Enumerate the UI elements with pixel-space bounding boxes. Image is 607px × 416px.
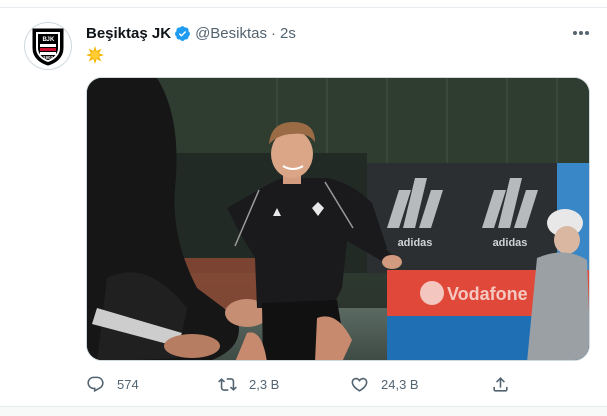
- tweet-card[interactable]: B J K 1903 Beşiktaş JK @Besiktas · 2s ad…: [0, 8, 607, 406]
- like-icon: [350, 375, 369, 394]
- tweet-actions: 574 2,3 B 24,3 B: [86, 372, 590, 396]
- retweet-count: 2,3 B: [249, 376, 280, 392]
- reply-icon: [86, 375, 105, 394]
- like-button[interactable]: 24,3 B: [350, 372, 419, 396]
- like-count: 24,3 B: [381, 376, 419, 392]
- tweet-photo[interactable]: adidas adidas Vodafone: [86, 77, 590, 361]
- retweet-button[interactable]: 2,3 B: [218, 372, 279, 396]
- reply-button[interactable]: 574: [86, 372, 139, 396]
- author-name[interactable]: Beşiktaş JK: [86, 25, 171, 42]
- share-button[interactable]: [491, 372, 510, 396]
- tweet-header: Beşiktaş JK @Besiktas · 2s: [86, 22, 296, 44]
- reply-count: 574: [117, 376, 139, 392]
- timestamp[interactable]: 2s: [280, 25, 296, 42]
- header-separator: ·: [270, 24, 276, 42]
- besiktas-logo-icon: B J K 1903: [32, 28, 64, 66]
- verified-badge-icon: [174, 25, 191, 42]
- more-icon[interactable]: [570, 22, 592, 44]
- board-text-3: Vodafone: [447, 284, 528, 304]
- avatar[interactable]: B J K 1903: [24, 22, 72, 70]
- board-text-2: adidas: [493, 237, 528, 249]
- logo-year: 1903: [43, 55, 54, 60]
- author-handle[interactable]: @Besiktas: [195, 25, 267, 42]
- share-icon: [491, 375, 510, 394]
- board-text-1: adidas: [398, 237, 433, 249]
- retweet-icon: [218, 375, 237, 394]
- photo-image: adidas adidas Vodafone: [87, 78, 589, 360]
- logo-letter-k: K: [50, 37, 55, 43]
- sun-emoji-icon: [86, 46, 104, 64]
